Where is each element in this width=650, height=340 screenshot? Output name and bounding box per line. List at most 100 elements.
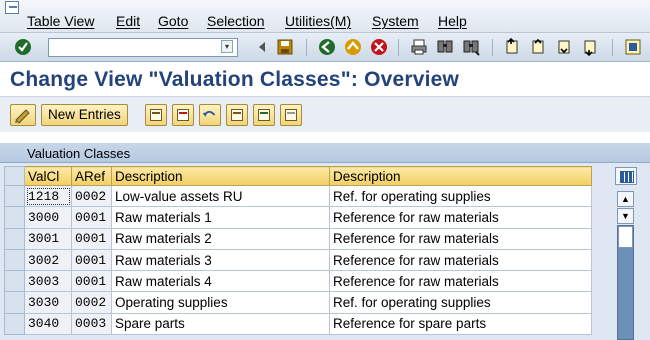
cell-aref[interactable]: 0002 [71, 291, 112, 314]
table-row[interactable]: 1218 0002 Low-value assets RU Ref. for oper… [4, 184, 592, 208]
cancel-icon[interactable] [370, 38, 388, 56]
change-display-icon [15, 109, 30, 124]
cell-description[interactable]: Raw materials 2 [111, 227, 330, 250]
toolbar-separator [492, 39, 493, 56]
save-icon[interactable] [276, 38, 294, 56]
cell-reference-description[interactable]: Reference for spare parts [329, 312, 592, 336]
cell-description[interactable]: Raw materials 4 [111, 270, 330, 293]
cell-description[interactable]: Spare parts [111, 312, 330, 336]
command-field[interactable] [48, 38, 238, 57]
row-selector[interactable] [4, 312, 25, 336]
undo-change-icon [202, 110, 216, 117]
copy-as-button[interactable] [145, 104, 167, 126]
table-title-bar: Valuation Classes [0, 143, 650, 163]
table-row[interactable]: 3030 0002 Operating supplies Ref. for opera… [4, 291, 592, 314]
vertical-scrollbar[interactable]: ▲ ▼ [615, 167, 637, 340]
cell-reference-description[interactable]: Reference for raw materials [329, 227, 592, 250]
undo-change-button[interactable] [199, 104, 221, 126]
new-entries-label: New Entries [48, 107, 121, 122]
scroll-up-button[interactable]: ▲ [617, 191, 634, 207]
table-row[interactable]: 3000 0001 Raw materials 1 Reference for raw… [4, 206, 592, 229]
scroll-thumb[interactable] [618, 226, 633, 248]
find-next-icon[interactable] [462, 38, 480, 56]
row-selector[interactable] [4, 270, 25, 293]
table-row[interactable]: 3040 0003 Spare parts Reference for spare p… [4, 312, 592, 336]
change-display-button[interactable] [10, 104, 36, 126]
next-page-icon[interactable] [556, 38, 574, 56]
column-header-description[interactable]: Description [111, 166, 330, 186]
back-icon[interactable] [318, 38, 336, 56]
cell-aref[interactable]: 0002 [71, 184, 112, 208]
application-toolbar: New Entries [0, 96, 650, 132]
print-icon[interactable] [410, 38, 428, 56]
row-selector[interactable] [4, 206, 25, 229]
last-page-icon[interactable] [582, 38, 600, 56]
valuation-classes-table: ValCl ARef Description Description 1218 0… [4, 166, 592, 336]
table-row[interactable]: 3001 0001 Raw materials 2 Reference for raw… [4, 227, 592, 250]
table-row[interactable]: 3003 0001 Raw materials 4 Reference for raw… [4, 270, 592, 293]
cell-valcl[interactable]: 3000 [24, 206, 72, 229]
cell-valcl[interactable]: 3040 [24, 312, 72, 336]
select-all-button[interactable] [226, 104, 248, 126]
page-title: Change View "Valuation Classes": Overvie… [10, 68, 460, 91]
cell-description[interactable]: Raw materials 1 [111, 206, 330, 229]
cell-valcl[interactable]: 3001 [24, 227, 72, 250]
cell-reference-description[interactable]: Reference for raw materials [329, 248, 592, 272]
delete-icon [177, 109, 189, 121]
cell-aref[interactable]: 0003 [71, 312, 112, 336]
row-selector[interactable] [4, 227, 25, 250]
row-selector[interactable] [4, 248, 25, 272]
standard-toolbar: ▾ [0, 33, 650, 62]
cell-valcl[interactable]: 3002 [24, 248, 72, 272]
row-selector[interactable] [4, 184, 25, 208]
deselect-all-button[interactable] [280, 104, 302, 126]
enter-icon[interactable] [14, 38, 32, 56]
cell-valcl[interactable]: 1218 [24, 184, 72, 208]
menu-utilities[interactable]: Utilities(M) [285, 13, 351, 29]
menu-table-view[interactable]: Table View [27, 13, 94, 29]
toolbar-separator [398, 39, 399, 56]
scroll-track[interactable] [617, 225, 634, 340]
select-block-button[interactable] [253, 104, 275, 126]
menu-help[interactable]: Help [438, 13, 467, 29]
customize-layout-icon[interactable] [624, 38, 642, 56]
toolbar-separator [306, 39, 307, 56]
menu-selection[interactable]: Selection [207, 13, 265, 29]
scroll-down-button[interactable]: ▼ [617, 208, 634, 224]
select-all-icon [231, 109, 243, 121]
table-header-row: ValCl ARef Description Description [4, 166, 592, 186]
cell-aref[interactable]: 0001 [71, 206, 112, 229]
cell-description[interactable]: Operating supplies [111, 291, 330, 314]
cell-reference-description[interactable]: Ref. for operating supplies [329, 291, 592, 314]
delete-button[interactable] [172, 104, 194, 126]
cell-reference-description[interactable]: Reference for raw materials [329, 270, 592, 293]
cell-aref[interactable]: 0001 [71, 227, 112, 250]
prev-page-icon[interactable] [530, 38, 548, 56]
exit-icon[interactable] [344, 38, 362, 56]
cell-valcl[interactable]: 3003 [24, 270, 72, 293]
cell-reference-description[interactable]: Reference for raw materials [329, 206, 592, 229]
column-header-reference-description[interactable]: Description [329, 166, 592, 186]
first-page-icon[interactable] [504, 38, 522, 56]
table-row[interactable]: 3002 0001 Raw materials 3 Reference for raw… [4, 248, 592, 272]
cell-description[interactable]: Low-value assets RU [111, 184, 330, 208]
command-history-dropdown[interactable]: ▾ [221, 40, 233, 53]
row-selector[interactable] [4, 291, 25, 314]
column-header-valcl[interactable]: ValCl [24, 166, 72, 186]
menu-edit[interactable]: Edit [116, 13, 140, 29]
cell-reference-description[interactable]: Ref. for operating supplies [329, 184, 592, 208]
find-icon[interactable] [436, 38, 454, 56]
table-settings-icon[interactable] [615, 167, 637, 185]
new-entries-button[interactable]: New Entries [41, 104, 128, 126]
column-header-aref[interactable]: ARef [71, 166, 112, 186]
cell-aref[interactable]: 0001 [71, 270, 112, 293]
menu-goto[interactable]: Goto [158, 13, 188, 29]
cell-aref[interactable]: 0001 [71, 248, 112, 272]
menu-system[interactable]: System [372, 13, 419, 29]
cell-description[interactable]: Raw materials 3 [111, 248, 330, 272]
cell-valcl[interactable]: 3030 [24, 291, 72, 314]
back-nav-icon[interactable] [254, 38, 272, 56]
select-all-rows-cell[interactable] [4, 166, 25, 186]
system-menu-icon[interactable] [5, 1, 19, 14]
select-block-icon [258, 109, 270, 121]
